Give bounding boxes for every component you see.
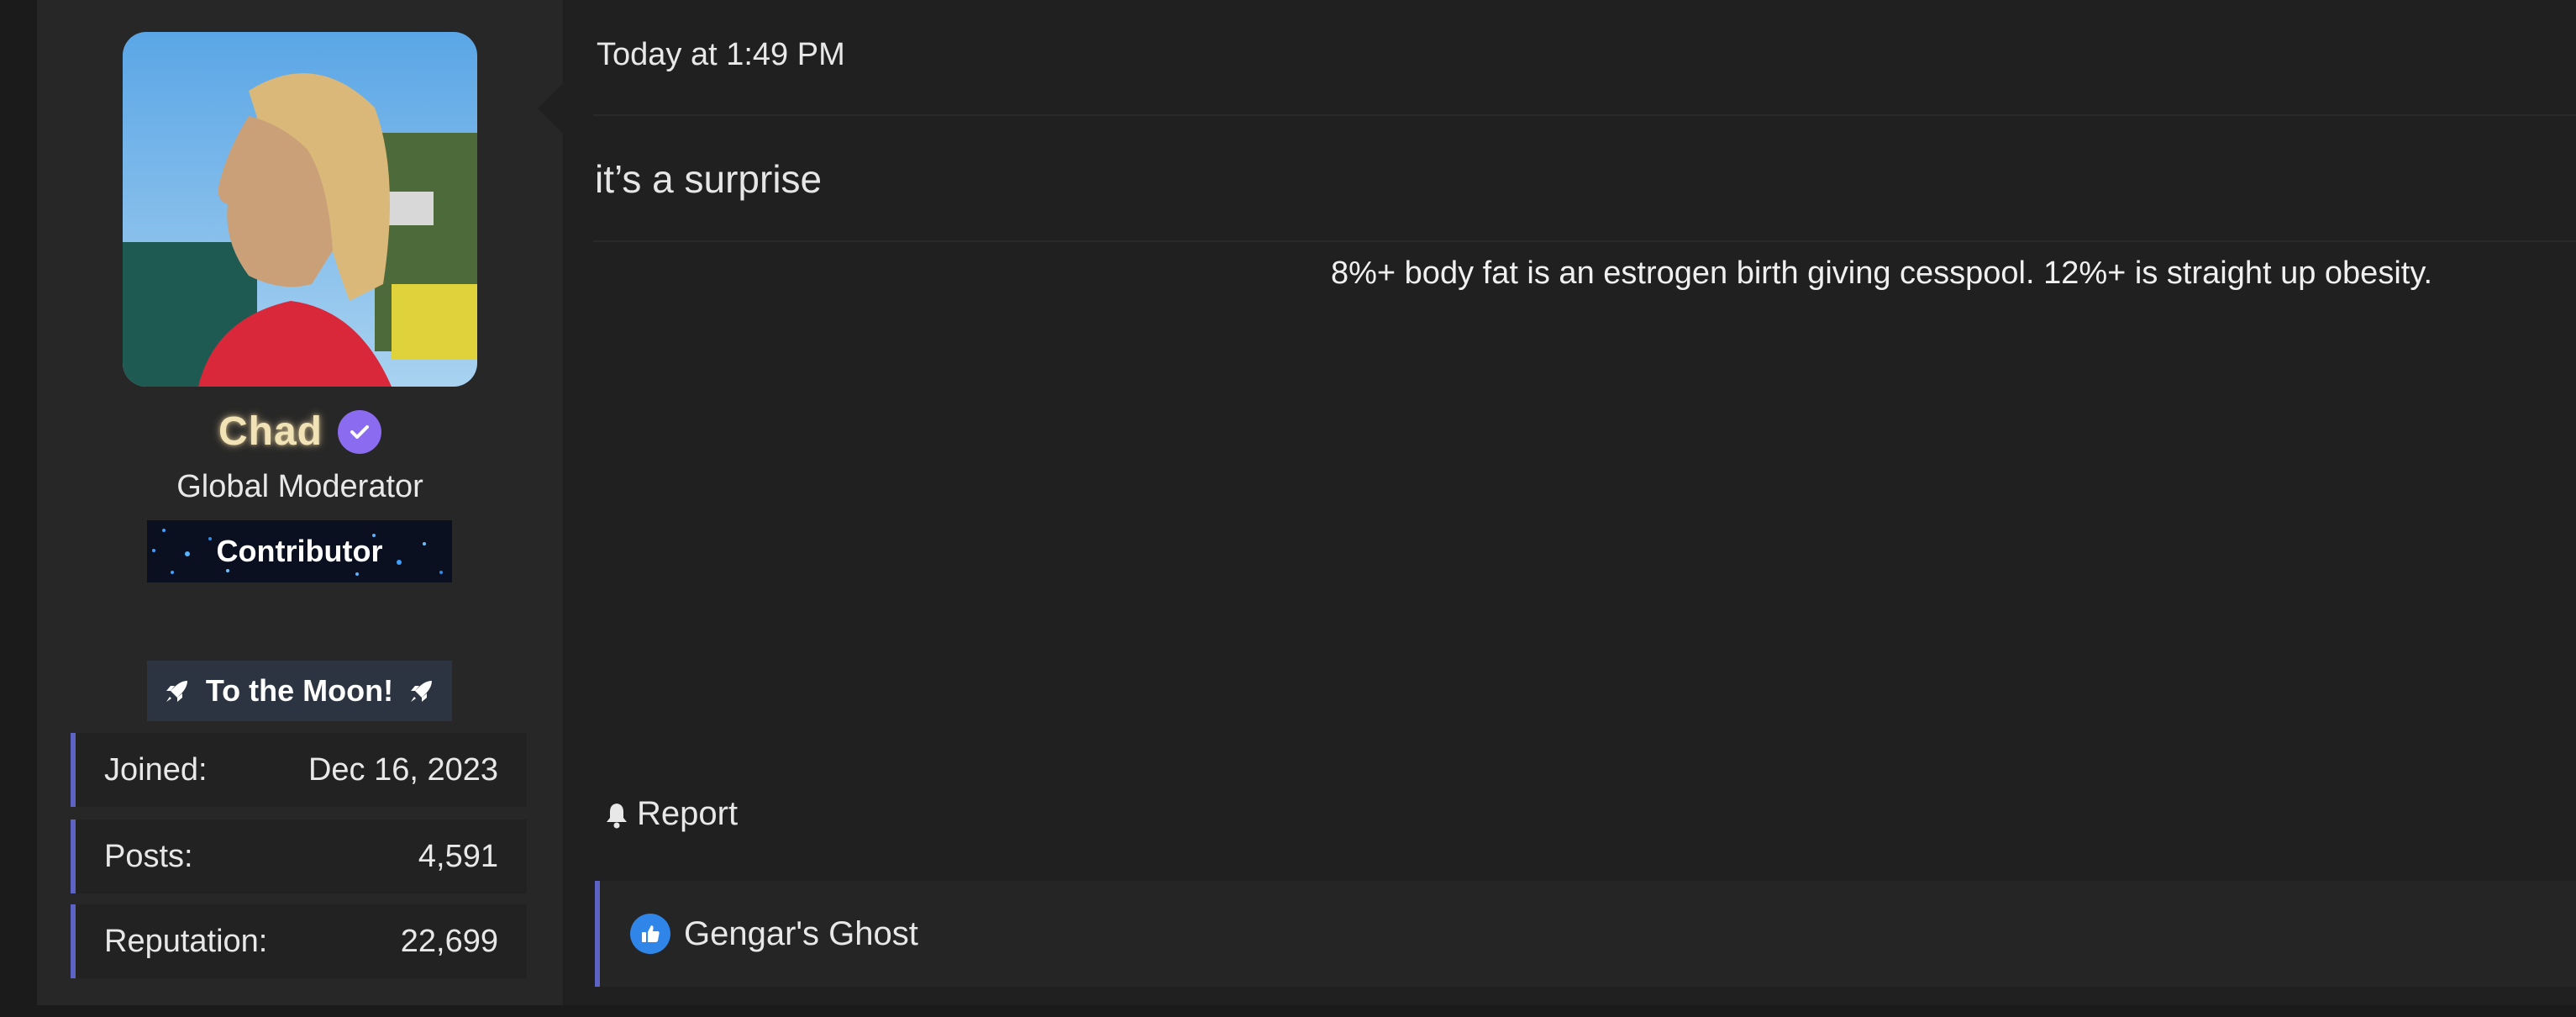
username-row: Chad	[0, 408, 600, 455]
post-timestamp[interactable]: Today at 1:49 PM	[597, 37, 845, 73]
stat-value[interactable]: 4,591	[418, 839, 498, 875]
bell-icon	[602, 799, 632, 830]
stat-value: 22,699	[400, 923, 498, 959]
report-label: Report	[637, 795, 739, 832]
username[interactable]: Chad	[218, 408, 323, 455]
to-the-moon-banner: To the Moon!	[147, 661, 452, 721]
divider	[593, 114, 2576, 116]
stat-label: Joined:	[104, 751, 208, 788]
to-the-moon-label: To the Moon!	[205, 673, 394, 708]
post-body: it’s a surprise	[595, 157, 823, 201]
reactions-bar[interactable]: Gengar's Ghost	[595, 881, 2576, 987]
stat-joined: Joined: Dec 16, 2023	[71, 733, 527, 807]
thumbs-up-icon	[630, 914, 670, 954]
avatar[interactable]	[123, 32, 477, 387]
verified-badge-icon	[338, 409, 381, 454]
stat-value: Dec 16, 2023	[308, 751, 498, 788]
stat-posts: Posts: 4,591	[71, 819, 527, 893]
contributor-label: Contributor	[216, 534, 383, 568]
sidebar-divider	[563, 0, 565, 1017]
left-edge	[0, 0, 37, 1017]
report-button[interactable]: Report	[602, 795, 738, 833]
rocket-icon	[407, 676, 437, 706]
post-container: Chad Global Moderator Contributor To the…	[0, 0, 2576, 1017]
reaction-users[interactable]: Gengar's Ghost	[684, 915, 918, 953]
avatar-image	[123, 32, 477, 387]
bottom-edge	[0, 1005, 2576, 1017]
stat-label: Reputation:	[104, 923, 268, 959]
rocket-icon	[162, 676, 192, 706]
user-title: Global Moderator	[176, 469, 423, 504]
user-signature: 8%+ body fat is an estrogen birth giving…	[1331, 256, 2433, 291]
stat-label: Posts:	[104, 838, 193, 874]
divider	[593, 240, 2576, 242]
contributor-banner: Contributor	[147, 520, 452, 582]
stat-reputation: Reputation: 22,699	[71, 904, 527, 978]
message-arrow	[538, 80, 566, 137]
